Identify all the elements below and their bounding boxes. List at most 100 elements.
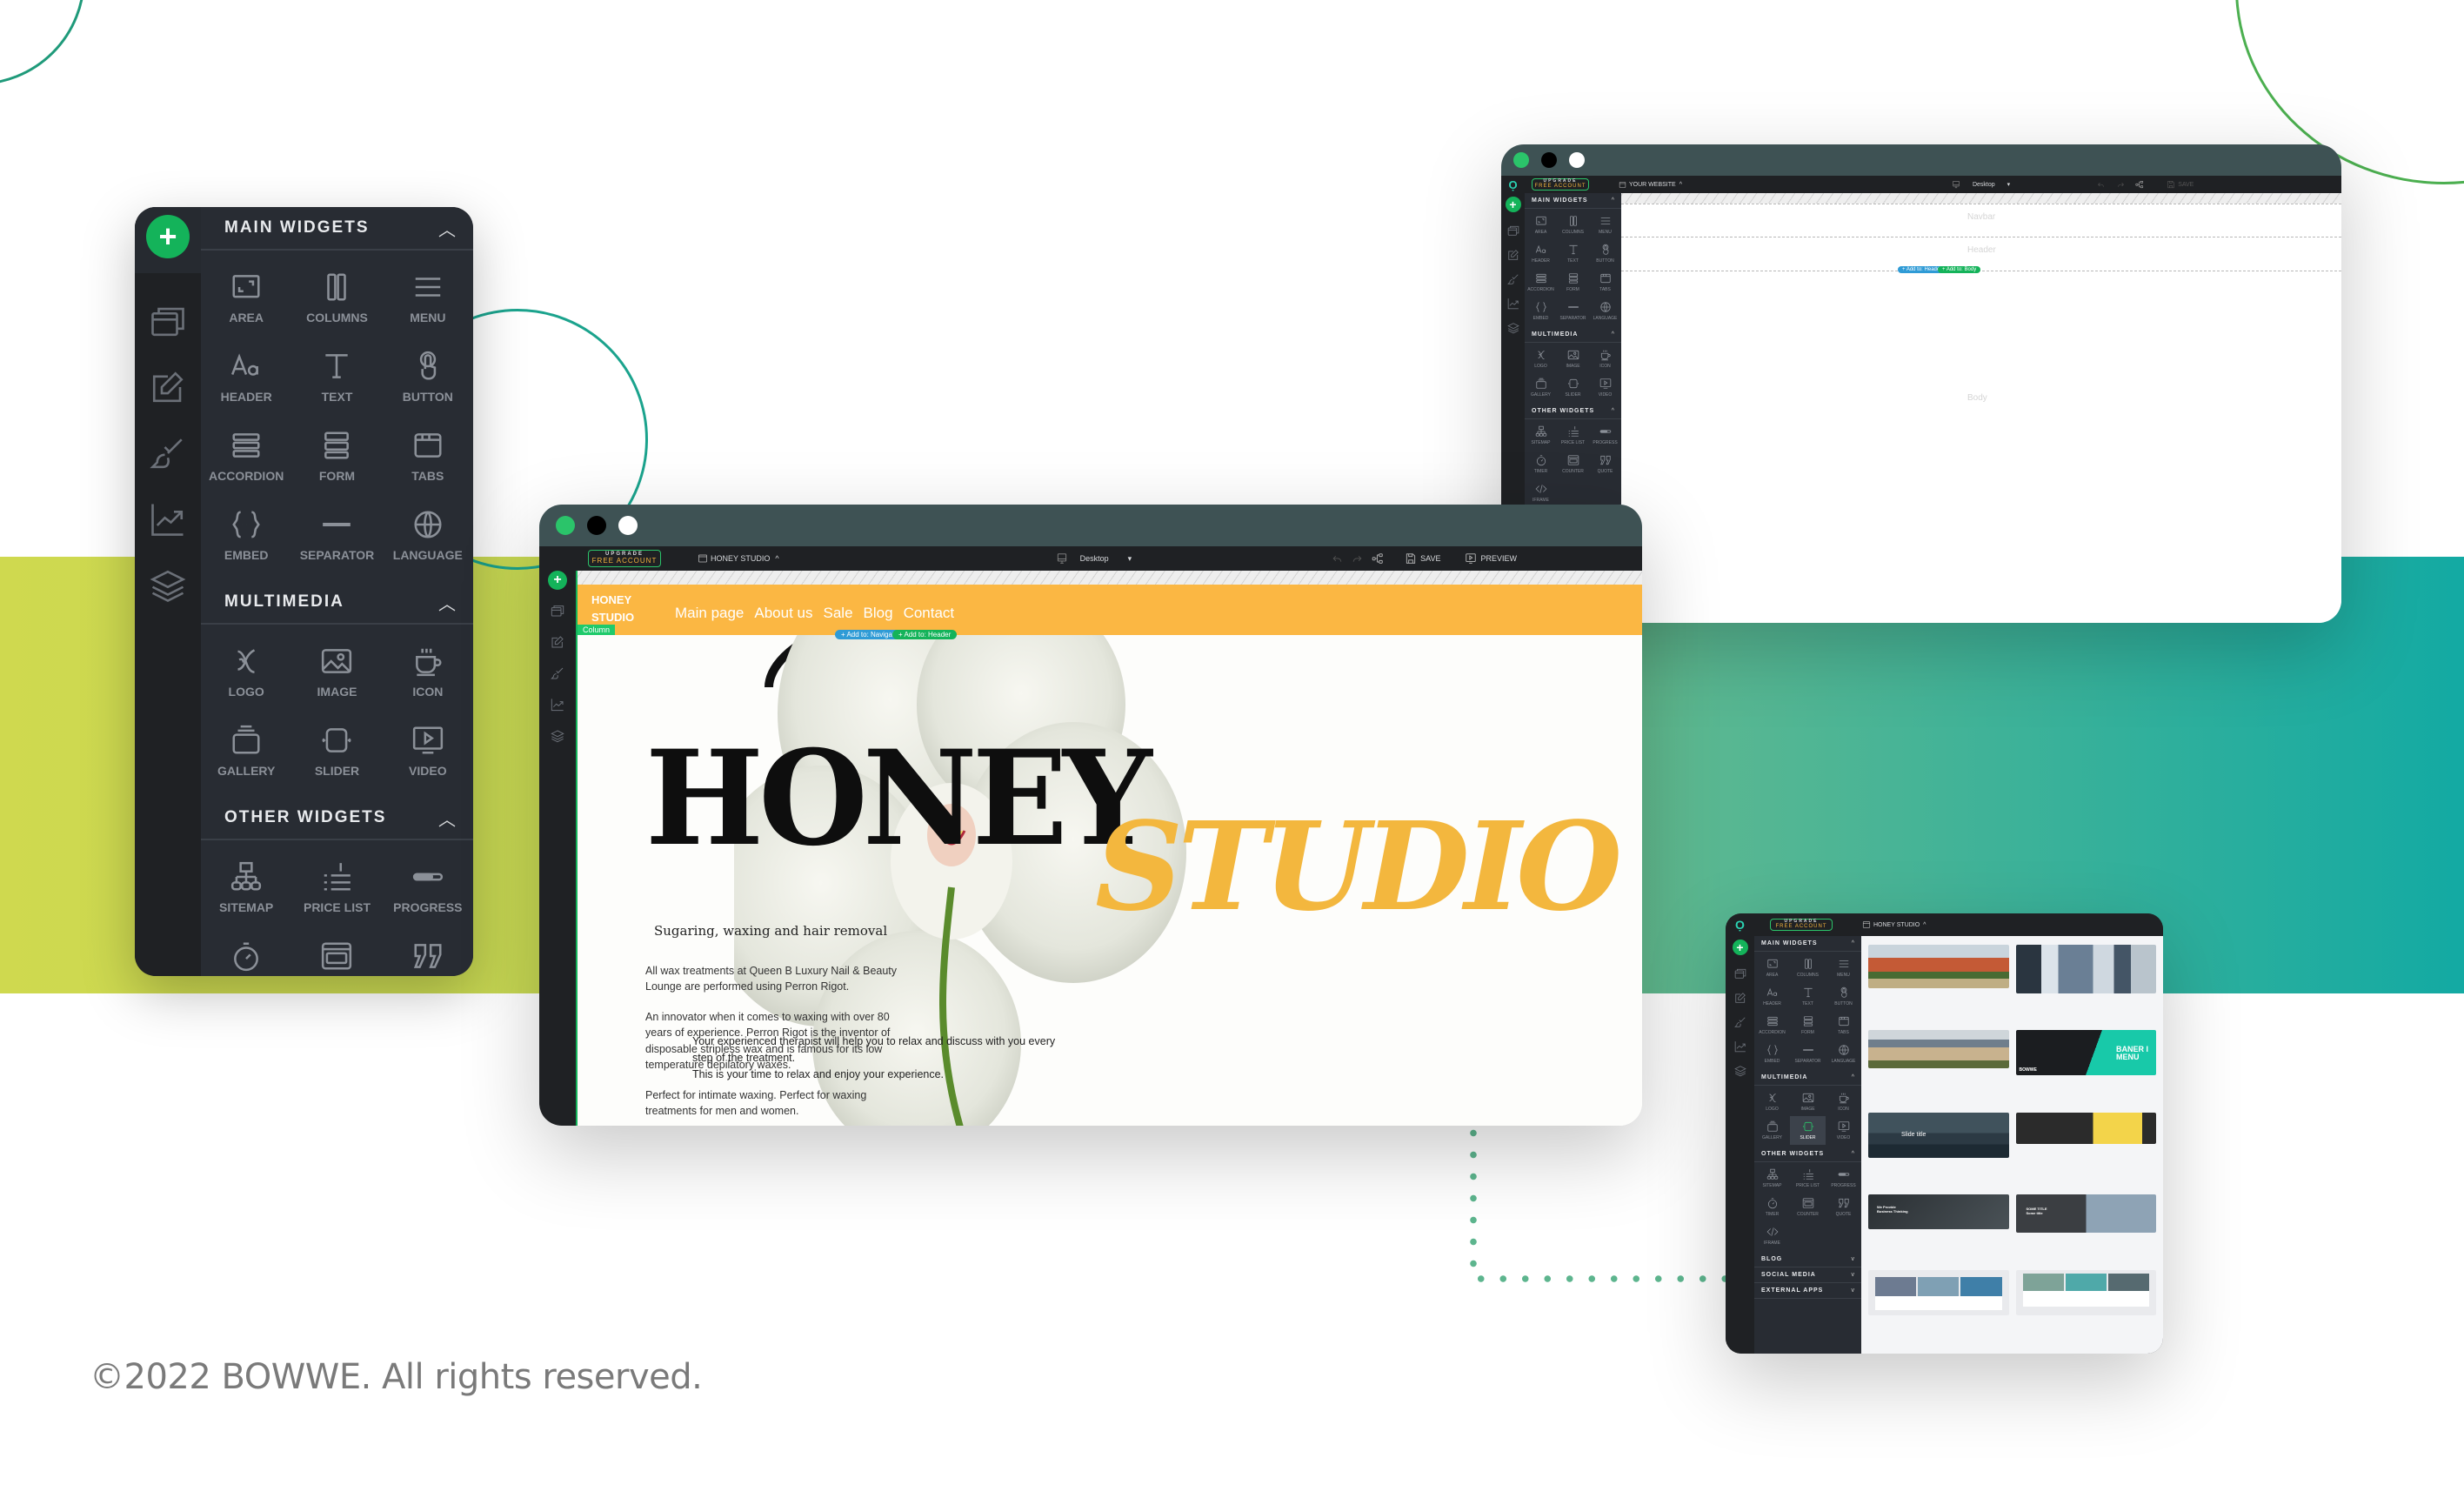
chevron-up-icon[interactable]: ︿ — [438, 806, 456, 831]
widget-text[interactable]: TEXT — [1790, 982, 1826, 1011]
widget-image[interactable]: IMAGE — [1557, 344, 1589, 373]
widget-gallery[interactable]: GALLERY — [1525, 373, 1557, 402]
analytics-icon[interactable] — [150, 501, 186, 538]
window-dot-white[interactable] — [1569, 152, 1585, 168]
nav-link-contact[interactable]: Contact — [904, 605, 955, 622]
site-selector[interactable]: HONEY STUDIO — [711, 554, 770, 563]
widget-accordion[interactable]: ACCORDION — [201, 416, 291, 495]
widget-tabs[interactable]: TABS — [1826, 1011, 1861, 1040]
analytics-icon[interactable] — [1507, 298, 1519, 310]
device-selector[interactable]: Desktop — [1973, 182, 1995, 188]
widget-video[interactable]: VIDEO — [383, 711, 473, 790]
widget-form[interactable]: FORM — [1790, 1011, 1826, 1040]
widget-iframe[interactable]: IFRAME — [1754, 1221, 1790, 1250]
widget-gallery[interactable]: GALLERY — [201, 711, 291, 790]
chevron-up-icon[interactable]: ^ — [775, 554, 778, 563]
widget-accordion[interactable]: ACCORDION — [1754, 1011, 1790, 1040]
widget-menu[interactable]: MENU — [383, 257, 473, 337]
chevron-down-icon[interactable]: v — [1852, 1256, 1855, 1262]
window-dot-black[interactable] — [587, 516, 606, 535]
layers-icon[interactable] — [1734, 1065, 1746, 1077]
widget-slider[interactable]: SLIDER — [291, 711, 382, 790]
widget-progress[interactable]: PROGRESS — [383, 847, 473, 926]
template-thumb[interactable]: Slide title — [1868, 1112, 2009, 1158]
widget-sitemap[interactable]: SITEMAP — [1525, 421, 1557, 450]
chevron-up-icon[interactable]: ︿ — [438, 590, 456, 615]
widget-separator[interactable]: SEPARATOR — [291, 495, 382, 574]
add-widget-button[interactable]: + — [1732, 940, 1748, 955]
chevron-down-icon[interactable]: v — [1852, 1272, 1855, 1278]
undo-icon[interactable] — [1332, 553, 1343, 565]
window-dot-green[interactable] — [1513, 152, 1529, 168]
hero-title-studio[interactable]: STUDIO — [1095, 796, 1622, 939]
widget-menu[interactable]: MENU — [1589, 211, 1621, 239]
add-widget-button[interactable]: + — [1505, 197, 1521, 212]
widget-button[interactable]: BUTTON — [383, 337, 473, 416]
widget-counter[interactable]: COUNTER — [291, 926, 382, 976]
chevron-up-icon[interactable]: ^ — [1612, 197, 1614, 204]
nav-link-blog[interactable]: Blog — [864, 605, 893, 622]
section-multimedia[interactable]: MULTIMEDIA ^ — [1525, 327, 1621, 343]
nav-link-main-page[interactable]: Main page — [675, 605, 744, 622]
section-main-widgets[interactable]: MAIN WIDGETS ^ — [1525, 193, 1621, 209]
widget-sitemap[interactable]: SITEMAP — [1754, 1164, 1790, 1193]
widget-header[interactable]: HEADER — [201, 337, 291, 416]
preview-button[interactable]: PREVIEW — [1480, 554, 1517, 563]
chevron-down-icon[interactable]: v — [1852, 1287, 1855, 1294]
widget-embed[interactable]: EMBED — [1754, 1040, 1790, 1068]
template-thumb[interactable] — [1868, 1269, 2009, 1315]
add-to-header-button[interactable]: + Add to: Header — [892, 630, 958, 639]
upgrade-button[interactable]: UPGRADE FREE ACCOUNT — [1770, 918, 1833, 932]
nav-link-about-us[interactable]: About us — [754, 605, 812, 622]
widget-video[interactable]: VIDEO — [1589, 373, 1621, 402]
section-external-apps[interactable]: EXTERNAL APPS v — [1754, 1283, 1861, 1299]
widget-icon[interactable]: ICON — [1826, 1087, 1861, 1116]
pages-icon[interactable] — [1507, 224, 1519, 237]
section-social-media[interactable]: SOCIAL MEDIA v — [1754, 1267, 1861, 1283]
share-icon[interactable] — [1372, 552, 1384, 565]
device-selector[interactable]: Desktop — [1080, 554, 1109, 563]
page-canvas[interactable]: Navbar Header + Add to: Header + Add to:… — [1621, 193, 2341, 623]
brush-icon[interactable] — [551, 666, 564, 680]
template-thumb[interactable]: SOME TITLE Some title — [2015, 1194, 2156, 1234]
section-other-widgets[interactable]: OTHER WIDGETS ^ — [1525, 404, 1621, 419]
hero-tagline[interactable]: Sugaring, waxing and hair removal — [654, 923, 887, 939]
chevron-up-icon[interactable]: ^ — [1852, 940, 1854, 946]
widget-text[interactable]: TEXT — [291, 337, 382, 416]
share-icon[interactable] — [2135, 180, 2144, 189]
widget-icon[interactable]: ICON — [383, 632, 473, 711]
redo-icon[interactable] — [2117, 181, 2125, 189]
save-icon[interactable] — [1405, 552, 1417, 565]
widget-quote[interactable]: QUOTE — [383, 926, 473, 976]
widget-area[interactable]: AREA — [1525, 211, 1557, 239]
widget-button[interactable]: BUTTON — [1826, 982, 1861, 1011]
widget-progress[interactable]: PROGRESS — [1589, 421, 1621, 450]
section-other-widgets[interactable]: OTHER WIDGETS ︿ — [201, 797, 473, 840]
template-thumb[interactable] — [2015, 945, 2156, 993]
site-navbar[interactable]: HONEY STUDIO Column Main page About us S… — [578, 585, 1642, 639]
widget-columns[interactable]: COLUMNS — [1557, 211, 1589, 239]
widget-image[interactable]: IMAGE — [291, 632, 382, 711]
add-to-body-button[interactable]: + Add to: Body — [1938, 266, 1981, 273]
widget-accordion[interactable]: ACCORDION — [1525, 268, 1557, 297]
analytics-icon[interactable] — [1734, 1040, 1746, 1053]
window-dot-green[interactable] — [556, 516, 575, 535]
section-main-widgets[interactable]: MAIN WIDGETS ^ — [1754, 936, 1861, 952]
widget-logo[interactable]: LOGO — [1754, 1087, 1790, 1116]
section-blog[interactable]: BLOG v — [1754, 1252, 1861, 1267]
widget-header[interactable]: HEADER — [1525, 239, 1557, 268]
widget-area[interactable]: AREA — [1754, 953, 1790, 982]
widget-embed[interactable]: EMBED — [1525, 297, 1557, 325]
brush-icon[interactable] — [1734, 1016, 1746, 1028]
widget-separator[interactable]: SEPARATOR — [1790, 1040, 1826, 1068]
widget-header[interactable]: HEADER — [1754, 982, 1790, 1011]
redo-icon[interactable] — [1352, 553, 1363, 565]
preview-icon[interactable] — [1465, 552, 1477, 565]
hero-right-text[interactable]: Your experienced therapist will help you… — [692, 1033, 1058, 1082]
widget-counter[interactable]: COUNTER — [1557, 450, 1589, 478]
widget-image[interactable]: IMAGE — [1790, 1087, 1826, 1116]
layers-icon[interactable] — [1507, 322, 1519, 334]
chevron-up-icon[interactable]: ^ — [1612, 331, 1614, 338]
widget-icon[interactable]: ICON — [1589, 344, 1621, 373]
widget-language[interactable]: LANGUAGE — [1826, 1040, 1861, 1068]
